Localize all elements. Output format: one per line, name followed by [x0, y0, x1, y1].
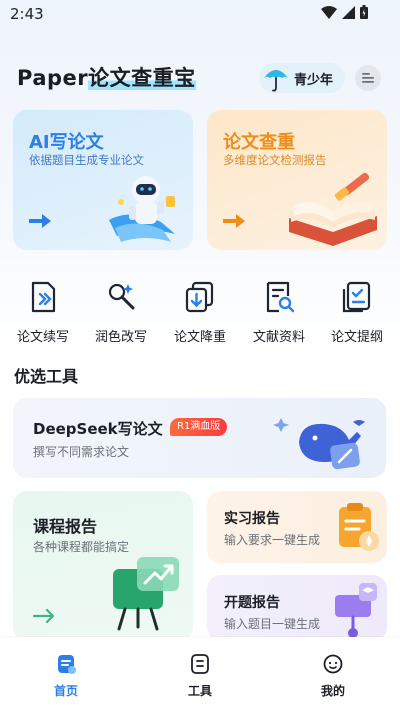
opening-report-title: 开题报告: [224, 595, 280, 611]
bottom-nav: 首页 工具 我的: [0, 637, 400, 711]
tool-outline[interactable]: 论文提纲: [322, 280, 392, 345]
internship-report-card[interactable]: 实习报告 输入要求一键生成: [207, 491, 387, 563]
tools-icon: [191, 654, 209, 674]
document-continue-icon: [31, 281, 56, 313]
opening-report-card[interactable]: 开题报告 输入题目一键生成: [207, 575, 387, 641]
menu-icon: [362, 73, 374, 83]
paper-check-title: 论文查重: [223, 132, 295, 153]
nav-home[interactable]: 首页: [36, 653, 96, 699]
tool-label: 论文续写: [16, 330, 69, 345]
clipboard-icon: [339, 503, 379, 551]
home-doc-icon: [58, 655, 76, 674]
tool-literature[interactable]: 文献资料: [244, 280, 314, 345]
tool-label: 润色改写: [94, 330, 147, 345]
graduation-board-icon: [335, 583, 377, 638]
ai-write-title: AI写论文: [29, 132, 104, 153]
tool-polish-rewrite[interactable]: 润色改写: [86, 280, 156, 345]
document-reduce-icon: [185, 281, 214, 313]
section-title: 优选工具: [14, 367, 79, 386]
nav-me-label: 我的: [320, 684, 345, 698]
course-report-title: 课程报告: [33, 517, 98, 536]
profile-face-icon: [323, 654, 343, 674]
youth-mode-button[interactable]: 青少年: [259, 63, 345, 93]
opening-report-subtitle: 输入题目一键生成: [224, 617, 321, 631]
arrow-right-icon: [33, 609, 55, 623]
course-report-card[interactable]: 课程报告 各种课程都能搞定: [13, 491, 193, 641]
deepseek-title: DeepSeek写论文: [33, 420, 163, 438]
tool-continue-writing[interactable]: 论文续写: [8, 280, 78, 345]
status-icons: [321, 5, 368, 19]
course-report-subtitle: 各种课程都能搞定: [33, 540, 130, 554]
deepseek-write-card[interactable]: DeepSeek写论文 R1满血版 撰写不同需求论文: [13, 398, 386, 478]
wifi-icon: [321, 5, 337, 19]
ai-write-subtitle: 依据题目生成专业论文: [29, 153, 144, 167]
arrow-right-icon: [223, 214, 245, 228]
tool-label: 文献资料: [252, 330, 305, 345]
robot-illustration: [109, 176, 175, 242]
outline-checklist-icon: [342, 281, 371, 313]
arrow-right-icon: [29, 214, 51, 228]
paper-check-card[interactable]: 论文查重 多维度论文检测报告: [207, 110, 387, 250]
tool-reduce-duplication[interactable]: 论文降重: [165, 280, 235, 345]
internship-report-title: 实习报告: [224, 511, 280, 527]
nav-me[interactable]: 我的: [303, 653, 363, 699]
youth-mode-label: 青少年: [294, 72, 334, 88]
ai-write-card[interactable]: AI写论文 依据题目生成专业论文: [13, 110, 193, 250]
app-title-prefix: Paper: [17, 66, 89, 90]
presentation-board-icon: [113, 557, 179, 631]
status-time: 2:43: [10, 5, 44, 23]
magic-wand-icon: [108, 283, 135, 310]
quick-tools-row: 论文续写 润色改写 论文降重 文献资料 论文提纲: [0, 280, 400, 345]
umbrella-icon: [264, 70, 288, 92]
tool-label: 论文提纲: [330, 330, 383, 345]
battery-icon: [360, 5, 368, 19]
app-title-main: 论文查重宝: [88, 66, 196, 90]
tool-label: 论文降重: [173, 330, 226, 345]
document-search-icon: [266, 281, 295, 313]
nav-tools-label: 工具: [187, 684, 212, 698]
r1-badge: R1满血版: [170, 418, 228, 436]
open-book-illustration: [289, 172, 377, 246]
signal-icon: [342, 5, 355, 19]
nav-home-label: 首页: [53, 684, 78, 698]
deepseek-subtitle: 撰写不同需求论文: [33, 445, 130, 459]
nav-tools[interactable]: 工具: [170, 653, 230, 699]
menu-button[interactable]: [355, 65, 381, 91]
internship-report-subtitle: 输入要求一键生成: [224, 533, 321, 547]
whale-logo-icon: [273, 418, 365, 470]
paper-check-subtitle: 多维度论文检测报告: [223, 153, 327, 167]
app-title: Paper论文查重宝: [17, 62, 196, 92]
